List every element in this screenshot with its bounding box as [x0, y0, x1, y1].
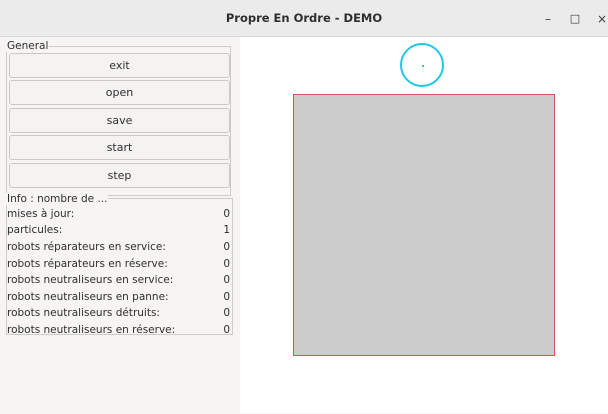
start-button[interactable]: start: [9, 135, 230, 160]
info-label: robots neutraliseurs détruits:: [7, 307, 160, 319]
info-value: 0: [223, 291, 230, 303]
control-panel: General exit open save start step Info :…: [0, 37, 240, 414]
info-value: 0: [223, 324, 230, 336]
robot-center-dot: [422, 65, 424, 67]
open-button[interactable]: open: [9, 80, 230, 105]
info-row-neutralizer-broken: robots neutraliseurs en panne: 0: [7, 289, 232, 305]
world-area: [293, 94, 555, 356]
robot-circle: [400, 43, 444, 87]
info-row-repair-in-reserve: robots réparateurs en réserve: 0: [7, 256, 232, 272]
info-label: robots neutraliseurs en service:: [7, 274, 174, 286]
save-button[interactable]: save: [9, 108, 230, 133]
info-value: 0: [223, 241, 230, 253]
info-frame-legend: Info : nombre de ...: [6, 193, 109, 205]
info-label: robots réparateurs en réserve:: [7, 258, 168, 270]
general-frame-legend: General: [6, 40, 50, 52]
info-label: robots réparateurs en service:: [7, 241, 166, 253]
info-value: 1: [223, 224, 230, 236]
info-value: 0: [223, 208, 230, 220]
info-value: 0: [223, 307, 230, 319]
info-row-neutralizer-in-service: robots neutraliseurs en service: 0: [7, 272, 232, 288]
info-row-neutralizer-destroyed: robots neutraliseurs détruits: 0: [7, 305, 232, 321]
step-button[interactable]: step: [9, 163, 230, 188]
info-row-neutralizer-in-reserve: robots neutraliseurs en réserve: 0: [7, 322, 232, 338]
info-row-repair-in-service: robots réparateurs en service: 0: [7, 239, 232, 255]
info-label: robots neutraliseurs en panne:: [7, 291, 169, 303]
minimize-icon[interactable]: –: [540, 11, 556, 27]
info-label: particules:: [7, 224, 63, 236]
window-title: Propre En Ordre - DEMO: [225, 11, 383, 25]
info-row-particles: particules: 1: [7, 222, 232, 238]
info-label: mises à jour:: [7, 208, 75, 220]
info-row-updates: mises à jour: 0: [7, 206, 232, 222]
exit-button[interactable]: exit: [9, 53, 230, 78]
title-bar: Propre En Ordre - DEMO – □ ×: [0, 0, 608, 37]
close-icon[interactable]: ×: [594, 11, 608, 27]
info-label: robots neutraliseurs en réserve:: [7, 324, 176, 336]
info-value: 0: [223, 258, 230, 270]
simulation-canvas[interactable]: [240, 37, 608, 413]
maximize-icon[interactable]: □: [567, 11, 583, 27]
info-value: 0: [223, 274, 230, 286]
